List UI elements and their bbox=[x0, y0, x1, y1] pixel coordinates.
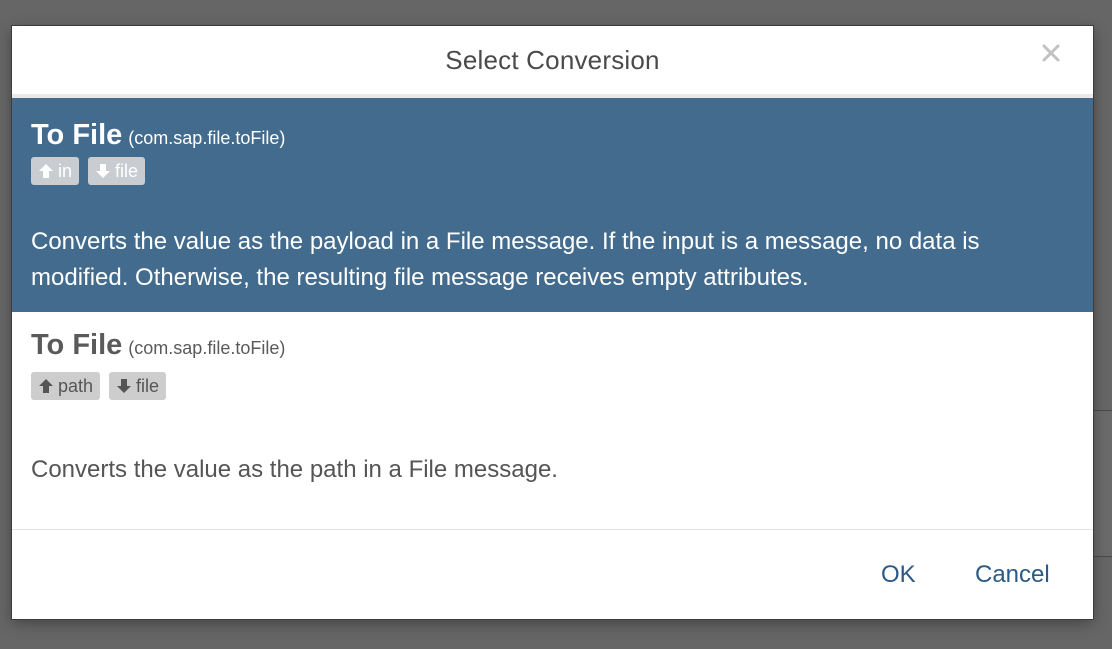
conversion-list: To File (com.sap.file.toFile) in file Con… bbox=[12, 98, 1093, 531]
conversion-description: Converts the value as the path in a File… bbox=[31, 456, 558, 483]
conversion-id: (com.sap.file.toFile) bbox=[128, 128, 286, 148]
ok-button[interactable]: OK bbox=[881, 561, 916, 589]
output-badge: file bbox=[109, 372, 167, 400]
arrow-up-icon bbox=[38, 163, 54, 179]
port-badges: in file bbox=[31, 157, 146, 185]
input-badge-label: in bbox=[58, 160, 73, 181]
port-badges: path file bbox=[31, 372, 167, 400]
conversion-description: Converts the value as the payload in a F… bbox=[31, 228, 980, 291]
output-badge-label: file bbox=[136, 375, 160, 396]
dialog-header: Select Conversion bbox=[12, 26, 1093, 98]
arrow-up-icon bbox=[38, 378, 54, 394]
conversion-name-row: To File (com.sap.file.toFile) bbox=[31, 119, 285, 152]
conversion-name: To File bbox=[31, 119, 123, 151]
input-badge: path bbox=[31, 372, 101, 400]
input-badge: in bbox=[31, 157, 80, 185]
cancel-button[interactable]: Cancel bbox=[975, 561, 1050, 589]
close-icon[interactable] bbox=[1039, 41, 1065, 67]
output-badge: file bbox=[88, 157, 146, 185]
conversion-item-to-file-in[interactable]: To File (com.sap.file.toFile) in file Con… bbox=[12, 98, 1093, 312]
background-panel-edge bbox=[1093, 410, 1112, 557]
conversion-name: To File bbox=[31, 329, 123, 361]
arrow-down-icon bbox=[95, 163, 111, 179]
conversion-item-to-file-path[interactable]: To File (com.sap.file.toFile) path file C… bbox=[12, 312, 1093, 531]
conversion-name-row: To File (com.sap.file.toFile) bbox=[31, 329, 285, 362]
conversion-id: (com.sap.file.toFile) bbox=[128, 338, 286, 358]
input-badge-label: path bbox=[58, 375, 94, 396]
dialog-footer: OK Cancel bbox=[12, 529, 1093, 619]
arrow-down-icon bbox=[116, 378, 132, 394]
dialog-title: Select Conversion bbox=[445, 45, 660, 75]
select-conversion-dialog: Select Conversion To File (com.sap.file.t… bbox=[12, 26, 1093, 619]
output-badge-label: file bbox=[115, 160, 139, 181]
